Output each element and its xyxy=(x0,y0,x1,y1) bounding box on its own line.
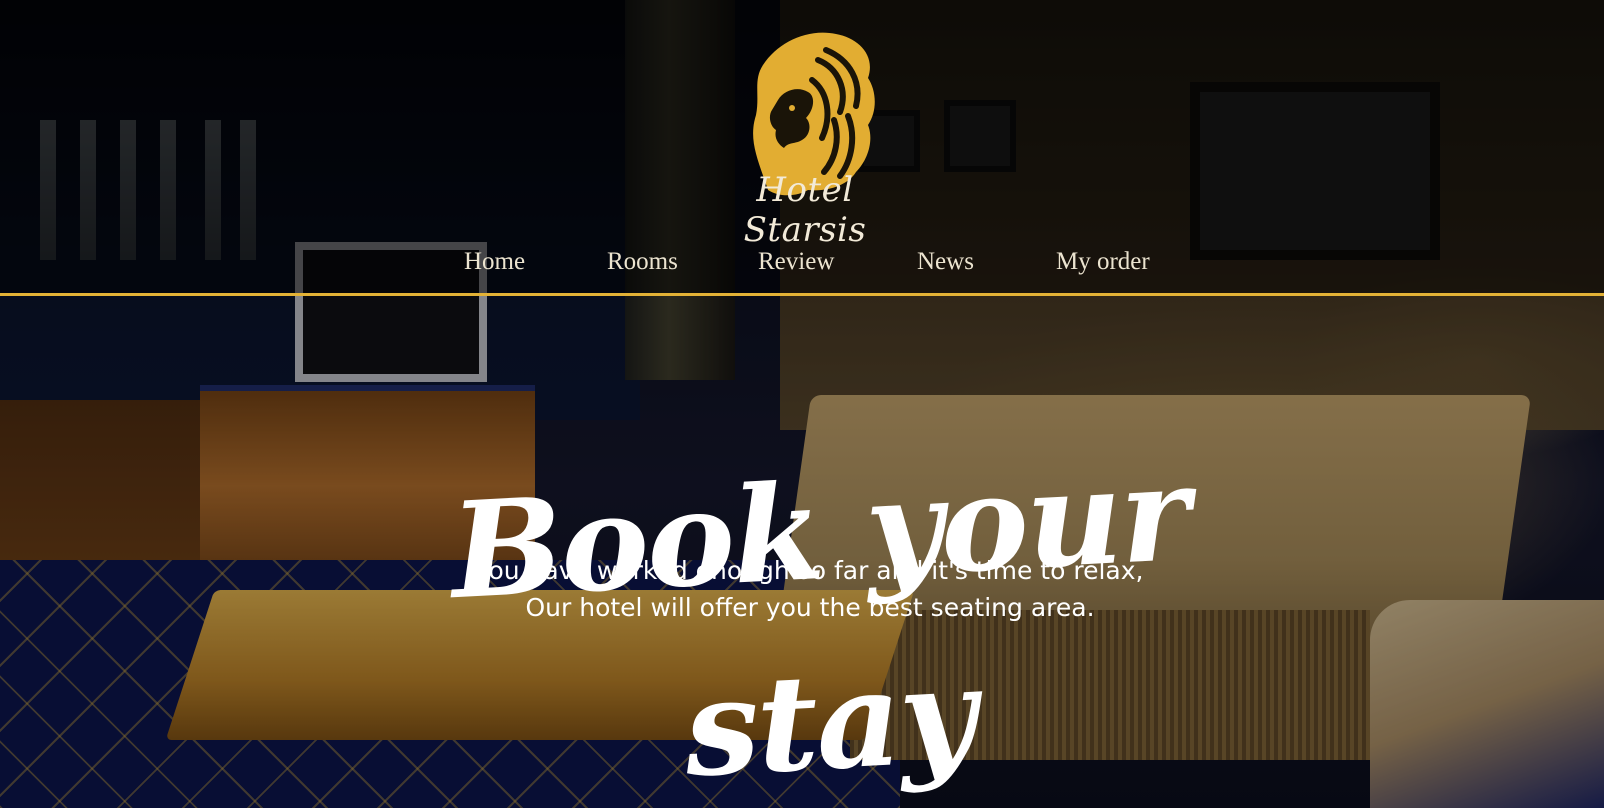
brand-name[interactable]: Hotel Starsis xyxy=(700,170,910,250)
hero-subtitle-line-2: Our hotel will offer you the best seatin… xyxy=(525,593,1095,622)
hero-subtitle-line-1: You have worked enough so far and it's t… xyxy=(476,556,1144,585)
hero-section: Hotel Starsis Home Rooms Review News My … xyxy=(0,0,1604,808)
nav-item-news[interactable]: News xyxy=(917,248,974,276)
nav-item-review[interactable]: Review xyxy=(758,248,834,276)
nav-item-rooms[interactable]: Rooms xyxy=(607,248,678,276)
hero-subtitle: You have worked enough so far and it's t… xyxy=(380,552,1240,626)
main-navigation: Home Rooms Review News My order xyxy=(0,248,1604,288)
nav-item-home[interactable]: Home xyxy=(464,248,525,276)
nav-item-my-order[interactable]: My order xyxy=(1056,248,1150,276)
site-header: Hotel Starsis Home Rooms Review News My … xyxy=(0,0,1604,296)
